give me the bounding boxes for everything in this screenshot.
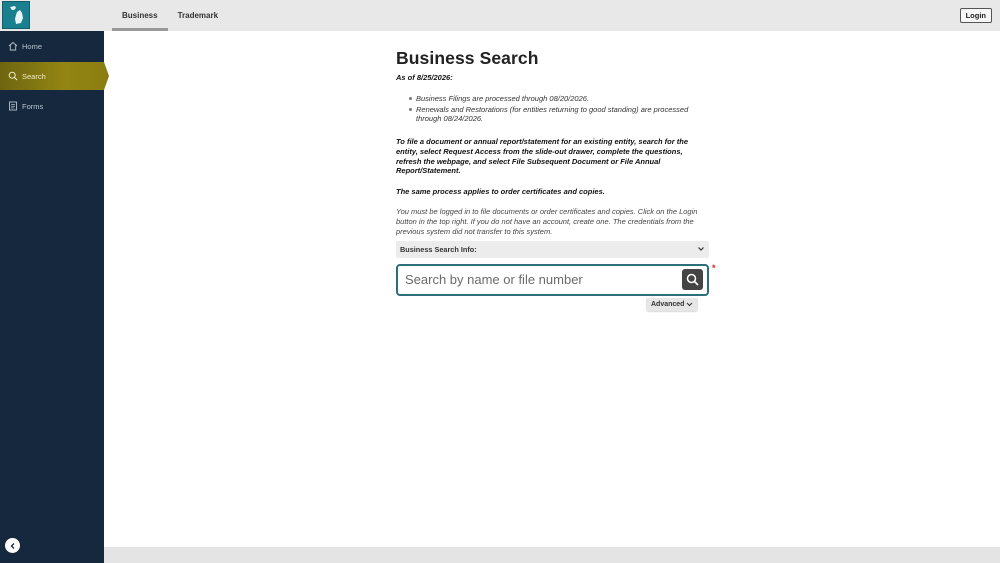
login-note: You must be logged in to file documents …: [396, 207, 698, 236]
certificates-note: The same process applies to order certif…: [396, 187, 605, 197]
as-of-date: As of 8/25/2026:: [396, 73, 453, 82]
chevron-left-icon: [10, 542, 14, 549]
info-bar-label: Business Search Info:: [400, 244, 477, 254]
search-icon: [7, 71, 18, 82]
tab-business[interactable]: Business: [112, 0, 168, 31]
tab-trademark[interactable]: Trademark: [168, 0, 228, 31]
search-box: * Advanced: [396, 263, 716, 311]
sidebar-item-forms[interactable]: Forms: [0, 92, 104, 120]
advanced-label: Advanced: [651, 300, 685, 308]
top-bar: Business Trademark Login: [0, 0, 1000, 31]
collapse-sidebar-button[interactable]: [5, 538, 20, 553]
filing-instructions: To file a document or annual report/stat…: [396, 137, 688, 176]
sidebar-item-label: Home: [22, 41, 43, 51]
sidebar-item-label: Forms: [22, 101, 44, 111]
business-search-panel: Business Search As of 8/25/2026: Busines…: [396, 48, 716, 311]
footer-strip: [104, 547, 1000, 563]
processing-status-list: Business Filings are processed through 0…: [396, 94, 709, 123]
required-marker: *: [712, 262, 716, 273]
chevron-down-icon: [687, 302, 693, 306]
home-icon: [7, 41, 18, 52]
sidebar-item-home[interactable]: Home: [0, 32, 104, 60]
top-tabs: Business Trademark: [112, 0, 228, 31]
chevron-down-icon: [698, 247, 704, 251]
search-input[interactable]: [405, 270, 675, 289]
advanced-search-button[interactable]: Advanced: [646, 297, 699, 311]
page-title: Business Search: [396, 48, 539, 68]
sidebar-item-search[interactable]: Search: [0, 62, 109, 90]
list-item: Business Filings are processed through 0…: [409, 94, 709, 103]
sidebar: Home Search Forms: [0, 31, 109, 563]
search-icon: [686, 273, 699, 286]
forms-icon: [7, 101, 18, 112]
list-item: Renewals and Restorations (for entities …: [409, 105, 709, 123]
state-logo[interactable]: [2, 1, 30, 29]
business-search-info-toggle[interactable]: Business Search Info:: [396, 240, 709, 258]
search-button[interactable]: [682, 268, 703, 290]
login-button[interactable]: Login: [959, 8, 992, 23]
michigan-map-icon: [10, 6, 23, 24]
sidebar-item-label: Search: [22, 71, 46, 81]
